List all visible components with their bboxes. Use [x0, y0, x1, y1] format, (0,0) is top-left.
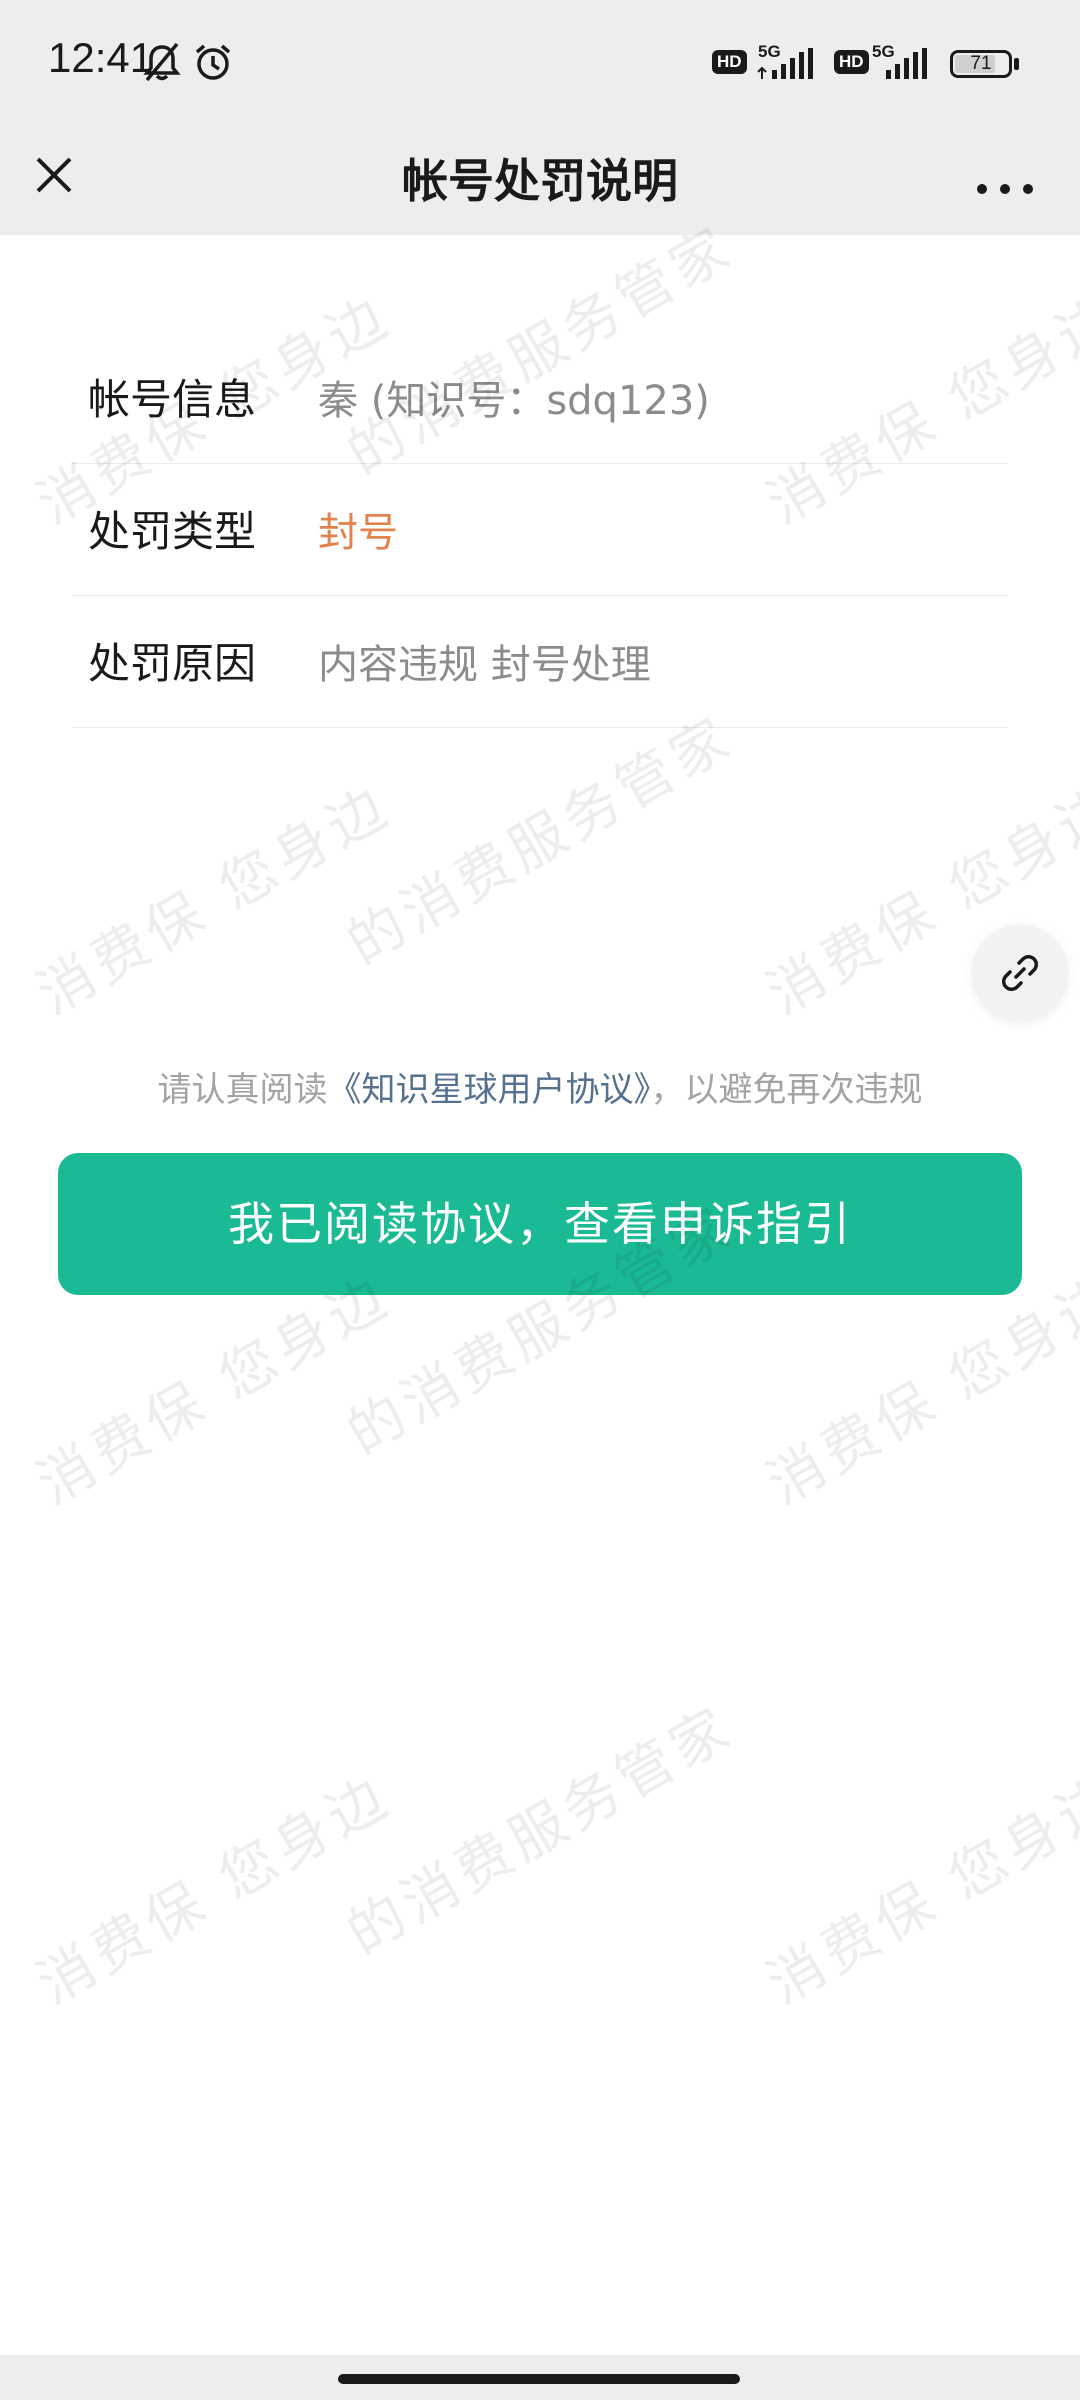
status-time: 12:41 — [48, 34, 154, 81]
link-icon — [1001, 954, 1039, 992]
bell-off-icon — [143, 42, 181, 86]
status-bar: 12:41 HD 5G HD 5G 71 — [0, 0, 1080, 125]
view-appeal-guide-button[interactable]: 我已阅读协议，查看申诉指引 — [58, 1153, 1022, 1295]
more-icon — [977, 184, 1033, 194]
copy-link-button[interactable] — [972, 925, 1068, 1021]
account-info-row: 帐号信息 秦 (知识号：sdq123) — [72, 332, 1008, 464]
hd-badge: HD — [712, 50, 747, 74]
nav-bar: 帐号处罚说明 — [0, 125, 1080, 235]
penalty-reason-row: 处罚原因 内容违规 封号处理 — [72, 596, 1008, 728]
more-button[interactable] — [970, 145, 1040, 205]
info-label: 处罚原因 — [88, 639, 257, 688]
penalty-type-value: 封号 — [318, 510, 398, 556]
info-label: 处罚类型 — [88, 507, 257, 556]
battery-icon: 71 — [950, 50, 1012, 78]
battery-cap — [1014, 58, 1019, 70]
agreement-notice: 请认真阅读《知识星球用户协议》，以避免再次违规 — [0, 1062, 1080, 1111]
agreement-suffix: ，以避免再次违规 — [650, 1070, 923, 1110]
penalty-reason-value: 内容违规 封号处理 — [318, 642, 651, 688]
user-agreement-link[interactable]: 《知识星球用户协议》 — [328, 1070, 651, 1110]
info-label: 帐号信息 — [88, 375, 257, 424]
home-indicator[interactable] — [338, 2374, 740, 2384]
page-title: 帐号处罚说明 — [402, 154, 678, 208]
penalty-type-row: 处罚类型 封号 — [72, 464, 1008, 596]
account-value: 秦 (知识号：sdq123) — [318, 378, 710, 424]
battery-level: 71 — [970, 53, 992, 74]
hd-badge: HD — [834, 50, 869, 74]
alarm-icon — [193, 42, 233, 86]
signal-strength-icon — [756, 48, 826, 84]
agreement-prefix: 请认真阅读 — [157, 1070, 328, 1110]
signal-strength-icon — [874, 48, 940, 84]
